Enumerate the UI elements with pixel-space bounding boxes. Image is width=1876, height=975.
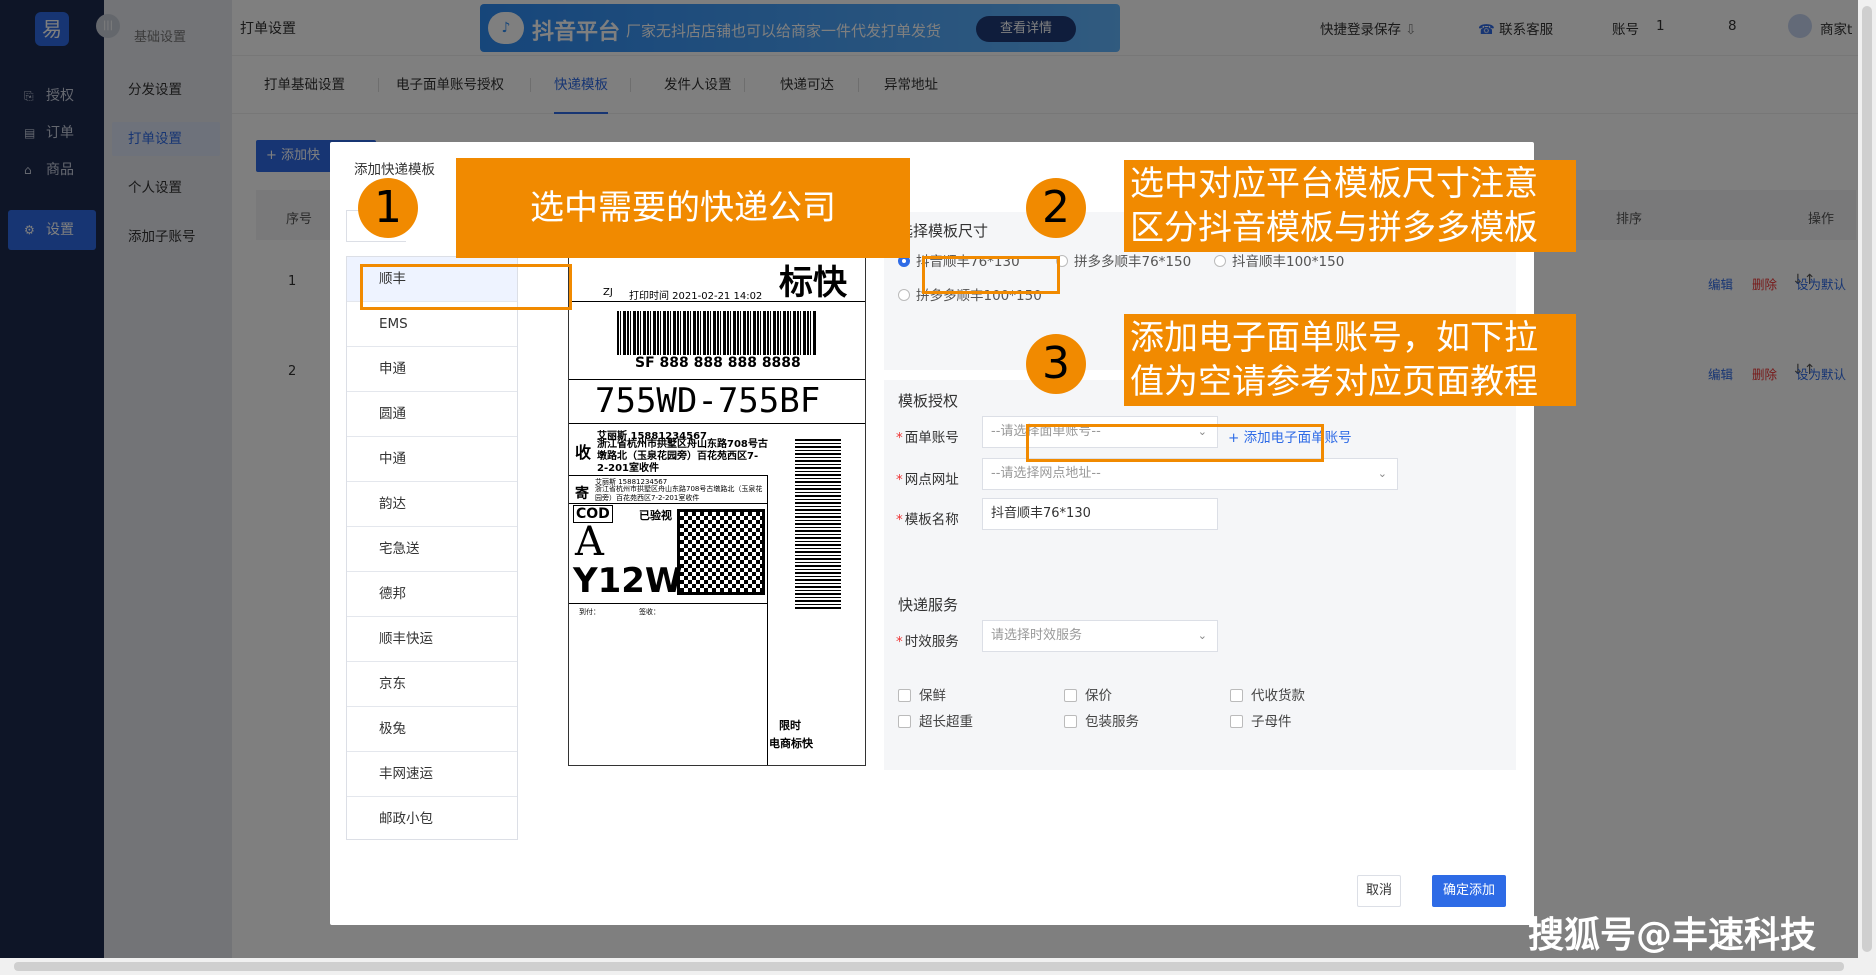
step-2-note: 选中对应平台模板尺寸注意 区分抖音模板与拼多多模板 — [1124, 160, 1576, 252]
cancel-button[interactable]: 取消 — [1357, 875, 1401, 907]
checkbox-icon — [1230, 689, 1243, 702]
time-service-select[interactable]: 请选择时效服务 ⌄ — [982, 620, 1218, 652]
barcode-icon — [617, 311, 817, 355]
express-service-panel: 快递服务 * 时效服务 请选择时效服务 ⌄ 保鲜 保价 代收货款 超长超重 包装服务… — [884, 578, 1516, 770]
courier-deppon[interactable]: 德邦 — [347, 572, 517, 617]
label-recv-addr: 浙江省杭州市拱墅区舟山东路708号古墩路北（玉泉花园旁）百花苑西区7-2-201… — [597, 439, 768, 474]
waybill-preview: 标快 ZJ 打印时间 2021-02-21 14:02 SF 888 888 8… — [568, 256, 866, 766]
step-3-note-line1: 添加电子面单账号，如下拉 — [1130, 318, 1538, 358]
label-arrive: 到付： — [579, 608, 600, 616]
label-divider — [569, 503, 767, 504]
chevron-down-icon: ⌄ — [1377, 467, 1387, 480]
checkbox-icon — [1064, 689, 1077, 702]
modal-title: 添加快递模板 — [354, 162, 435, 178]
account-field-label: * 面单账号 — [896, 430, 959, 446]
label-divider — [569, 475, 767, 476]
label-divider — [569, 301, 865, 302]
checkbox-icon — [1064, 715, 1077, 728]
check-cod[interactable]: 代收货款 — [1230, 684, 1305, 704]
courier-post[interactable]: 邮政小包 — [347, 797, 517, 842]
courier-zto[interactable]: 中通 — [347, 437, 517, 482]
courier-yunda[interactable]: 韵达 — [347, 482, 517, 527]
label-route: 755WD-755BF — [595, 381, 821, 421]
label-send-mark: 寄 — [575, 486, 589, 502]
check-fresh[interactable]: 保鲜 — [898, 684, 946, 704]
courier-list: 顺丰 EMS 申通 圆通 中通 韵达 宅急送 德邦 顺丰快运 京东 极兔 丰网速… — [346, 256, 518, 840]
label-brand: 标快 — [779, 263, 847, 303]
check-insured[interactable]: 保价 — [1064, 684, 1112, 704]
label-code: Y12W — [573, 561, 683, 601]
checkbox-icon — [1230, 715, 1243, 728]
watermark: 搜狐号@丰速科技 — [1528, 915, 1817, 956]
step-1-badge: 1 — [358, 178, 418, 238]
courier-jd[interactable]: 京东 — [347, 662, 517, 707]
check-packaging[interactable]: 包装服务 — [1064, 710, 1139, 730]
confirm-add-button[interactable]: 确定添加 — [1432, 875, 1506, 907]
outlet-field-label: * 网点网址 — [896, 472, 959, 488]
courier-yto[interactable]: 圆通 — [347, 392, 517, 437]
label-divider — [569, 423, 865, 424]
check-oversize[interactable]: 超长超重 — [898, 710, 973, 730]
service-section-title: 快递服务 — [898, 596, 959, 614]
size-section-title: 选择模板尺寸 — [898, 222, 989, 240]
step-3-note: 添加电子面单账号，如下拉 值为空请参考对应页面教程 — [1124, 314, 1576, 406]
horizontal-scroll-thumb[interactable] — [14, 962, 1844, 971]
courier-fengwang[interactable]: 丰网速运 — [347, 752, 517, 797]
size-option-douyin-100x150[interactable]: 抖音顺丰100*150 — [1214, 250, 1344, 270]
label-limit: 限时 — [779, 719, 801, 732]
checkbox-icon — [898, 715, 911, 728]
checkbox-icon — [898, 689, 911, 702]
label-divider — [569, 379, 865, 380]
qr-code-icon — [677, 509, 765, 595]
auth-section-title: 模板授权 — [898, 392, 959, 410]
template-auth-panel: 模板授权 * 面单账号 --请选择面单账号-- ⌄ + 添加电子面单账号 * 网点网址… — [884, 380, 1516, 584]
courier-sto[interactable]: 申通 — [347, 347, 517, 392]
label-letter: A — [575, 519, 604, 565]
step-3-note-line2: 值为空请参考对应页面教程 — [1130, 362, 1538, 402]
label-print-time: 打印时间 2021-02-21 14:02 — [629, 291, 763, 302]
label-tracking: SF 888 888 888 8888 — [635, 355, 801, 371]
step-1-note: 选中需要的快递公司 — [456, 158, 910, 258]
size-option-pdd-76x150[interactable]: 拼多多顺丰76*150 — [1056, 250, 1191, 270]
label-divider — [569, 603, 767, 604]
vertical-scroll-thumb[interactable] — [1862, 6, 1872, 952]
label-divider — [767, 475, 768, 765]
radio-icon — [898, 289, 910, 301]
vertical-barcode-icon — [795, 439, 841, 609]
template-name-label: * 模板名称 — [896, 512, 959, 528]
label-zj: ZJ — [603, 287, 613, 298]
courier-zjs[interactable]: 宅急送 — [347, 527, 517, 572]
step-2-badge: 2 — [1026, 178, 1086, 238]
chevron-down-icon: ⌄ — [1197, 629, 1207, 642]
label-sign: 签收： — [639, 608, 660, 616]
step-2-note-line1: 选中对应平台模板尺寸注意 — [1130, 164, 1538, 204]
highlight-courier — [360, 264, 572, 310]
label-verified: 已验视 — [639, 509, 672, 522]
outlet-select[interactable]: --请选择网点地址-- ⌄ — [982, 458, 1398, 490]
label-ecom: 电商标快 — [769, 737, 813, 750]
check-parent-child[interactable]: 子母件 — [1230, 710, 1292, 730]
step-3-badge: 3 — [1026, 334, 1086, 394]
time-service-label: * 时效服务 — [896, 634, 959, 650]
courier-jt[interactable]: 极兔 — [347, 707, 517, 752]
radio-icon — [1214, 255, 1226, 267]
courier-sf-freight[interactable]: 顺丰快运 — [347, 617, 517, 662]
highlight-size-option — [922, 256, 1060, 294]
label-recv-mark: 收 — [575, 443, 592, 462]
template-name-input[interactable]: 抖音顺丰76*130 — [982, 498, 1218, 530]
step-2-note-line2: 区分抖音模板与拼多多模板 — [1130, 208, 1538, 248]
label-send-addr: 浙江省杭州市拱墅区舟山东路708号古墩路北（玉泉花园旁）百花苑西区7-2-201… — [595, 485, 763, 502]
highlight-account-select — [1026, 424, 1324, 462]
